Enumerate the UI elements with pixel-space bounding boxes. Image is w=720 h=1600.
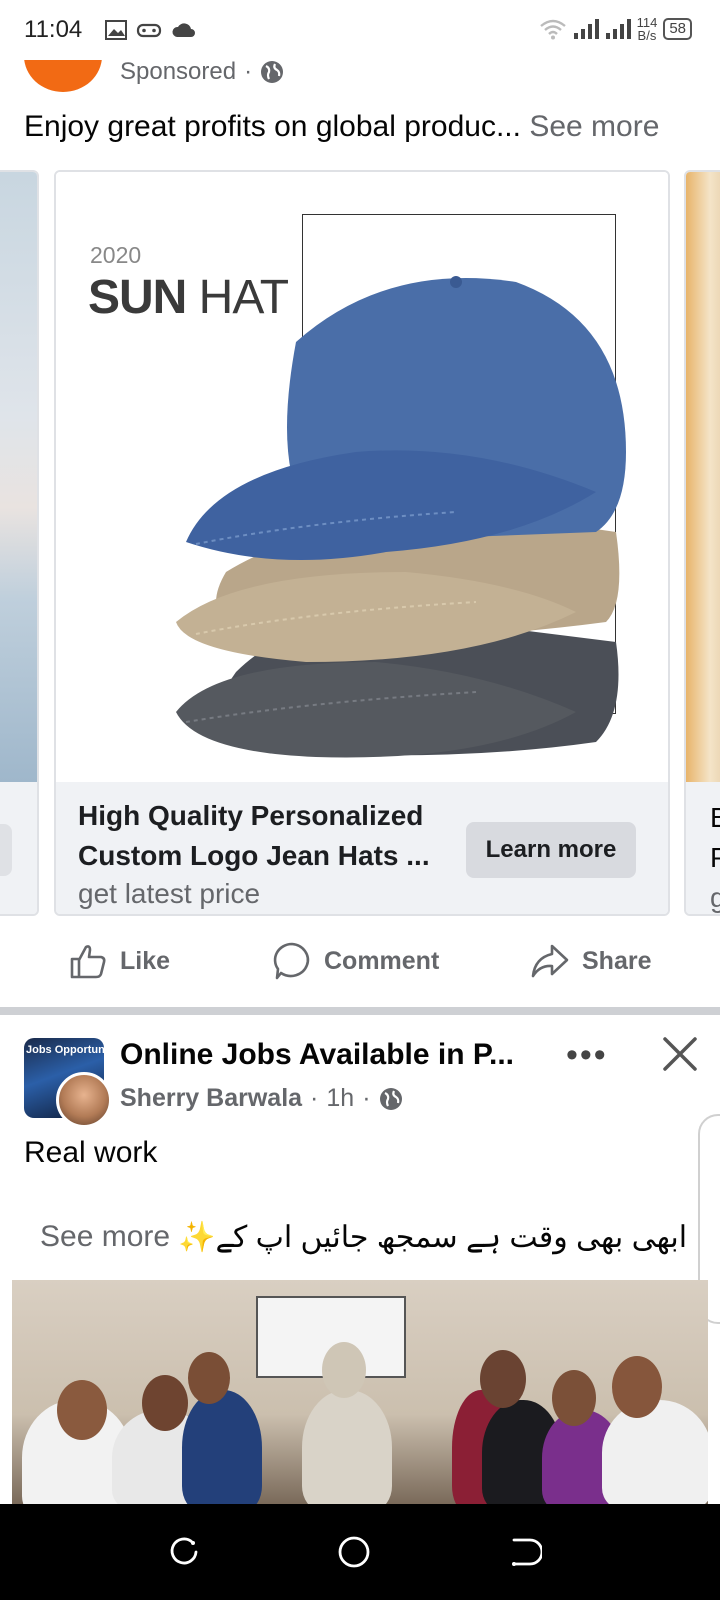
see-more-link[interactable]: See more xyxy=(40,1220,170,1255)
home-icon[interactable] xyxy=(336,1534,372,1570)
carousel-card-footer xyxy=(0,782,37,914)
see-more-link[interactable]: See more xyxy=(529,110,659,143)
wifi-icon xyxy=(539,19,566,40)
product-subtitle: get latest price xyxy=(78,878,261,909)
system-nav-bar xyxy=(0,1504,720,1600)
learn-more-button[interactable]: Learn more xyxy=(466,822,636,878)
like-label: Like xyxy=(120,946,171,975)
back-icon[interactable] xyxy=(506,1534,542,1570)
author-avatar[interactable] xyxy=(56,1072,112,1128)
status-icons-left xyxy=(104,19,198,41)
carousel-card-image xyxy=(686,172,720,782)
ad-text: Enjoy great profits on global produc... … xyxy=(24,110,659,144)
signal-icon xyxy=(573,19,599,39)
post-meta: Sherry Barwala · 1h · xyxy=(120,1084,403,1113)
post-image[interactable] xyxy=(12,1280,708,1504)
sponsored-label: Sponsored · xyxy=(120,58,284,86)
post-group-title[interactable]: Online Jobs Available in P... xyxy=(120,1038,514,1072)
ad-text-body: Enjoy great profits on global produc... xyxy=(24,110,521,143)
post-body-text: Real work xyxy=(24,1136,158,1169)
share-icon xyxy=(531,944,569,978)
carousel-card-previous[interactable] xyxy=(0,170,39,916)
carousel-card-subtitle: g xyxy=(710,878,720,914)
status-icons-right: 114 B/s 58 xyxy=(539,16,692,42)
product-image[interactable]: 2020 SUN HAT xyxy=(56,172,668,782)
battery-indicator: 58 xyxy=(663,18,692,40)
recent-apps-icon[interactable] xyxy=(166,1534,202,1570)
like-button[interactable]: Like xyxy=(68,941,170,981)
person-figure xyxy=(480,1350,526,1408)
post-urdu-text: See more ✨ابھی بھی وقت ہے سمجھ جائیں اپ … xyxy=(40,1220,720,1255)
person-figure xyxy=(552,1370,596,1426)
globe-icon xyxy=(261,61,284,83)
more-options-button[interactable]: ••• xyxy=(566,1036,608,1075)
sponsored-text: Sponsored xyxy=(120,58,237,85)
close-icon[interactable] xyxy=(660,1034,700,1074)
status-time: 11:04 xyxy=(24,16,83,43)
comment-label: Comment xyxy=(324,946,440,975)
carousel-card-next[interactable]: B P g xyxy=(684,170,720,916)
caps-illustration xyxy=(176,276,626,758)
product-title[interactable]: High Quality Personalized Custom Logo Je… xyxy=(78,796,438,876)
comment-icon xyxy=(273,942,310,980)
share-label: Share xyxy=(582,946,652,975)
network-speed-unit: B/s xyxy=(637,28,657,43)
gamepad-icon xyxy=(136,23,162,38)
post-time[interactable]: 1h xyxy=(326,1084,354,1113)
cloud-icon xyxy=(172,23,195,37)
group-avatar-label: Jobs Opportunity xyxy=(26,1044,104,1056)
post-author[interactable]: Sherry Barwala xyxy=(120,1084,302,1113)
post-actions-bar: Like Comment Share xyxy=(0,920,720,1002)
thumbs-up-icon xyxy=(70,945,106,979)
person-figure xyxy=(188,1352,230,1404)
meta-separator: · xyxy=(362,1084,371,1112)
network-speed: 114 B/s xyxy=(637,16,658,42)
image-year-text: 2020 xyxy=(90,242,142,268)
meta-separator: · xyxy=(244,58,253,85)
person-figure xyxy=(612,1356,662,1418)
carousel-card-footer: High Quality Personalized Custom Logo Je… xyxy=(56,782,668,914)
carousel-card-image xyxy=(0,172,37,782)
person-figure xyxy=(322,1342,366,1398)
person-figure xyxy=(302,1390,392,1504)
post-urdu-line: ✨ابھی بھی وقت ہے سمجھ جائیں اپ کے ... xyxy=(178,1221,720,1254)
person-figure xyxy=(142,1375,188,1431)
share-button[interactable]: Share xyxy=(530,941,651,981)
globe-icon xyxy=(379,1087,402,1110)
meta-separator: · xyxy=(310,1084,319,1112)
image-icon xyxy=(105,20,127,40)
comment-button[interactable]: Comment xyxy=(272,941,439,981)
carousel-card-title-line: B xyxy=(710,798,720,838)
person-figure xyxy=(182,1390,262,1504)
carousel-card-button[interactable] xyxy=(0,824,12,876)
signal-icon xyxy=(605,19,631,39)
carousel-card-main[interactable]: 2020 SUN HAT High Quality Personalized C… xyxy=(54,170,670,916)
person-figure xyxy=(57,1380,107,1440)
carousel-card-footer: B P g xyxy=(686,782,720,914)
feed-divider xyxy=(0,1007,720,1015)
person-figure xyxy=(602,1400,708,1504)
carousel-card-title-line: P xyxy=(710,838,720,878)
